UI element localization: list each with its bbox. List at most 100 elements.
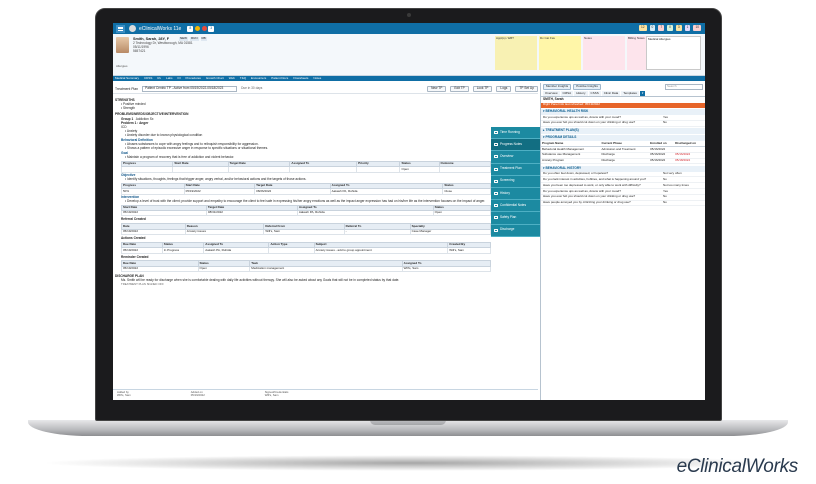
referral-table: Date Reason Referral From Referral To Specia… <box>121 223 492 236</box>
referral-heading: Referral Created <box>121 217 146 222</box>
patient-photo[interactable] <box>116 37 129 53</box>
sticky-notes[interactable]: Notes <box>583 36 625 70</box>
edit-tp-button[interactable]: Edit TP <box>450 86 469 92</box>
tab-procedures[interactable]: Procedures <box>186 76 201 81</box>
treatment-plan-label: Treatment Plan <box>115 86 139 91</box>
table-row[interactable]: Open <box>120 166 492 173</box>
positive-insights-chip[interactable]: Positive Insights <box>573 84 601 90</box>
tab-growth-chart[interactable]: Growth Chart <box>206 76 224 81</box>
tab-tq[interactable]: T&Q <box>240 76 246 81</box>
tab-notes[interactable]: Notes <box>313 76 321 81</box>
right-panel-search[interactable]: Search <box>665 84 703 90</box>
sticky-appts[interactable]: Appt(s) / EBT <box>495 36 537 70</box>
jellybeans: 12 0 7 0 3 1 10 <box>639 25 701 31</box>
tab-templates[interactable]: Templates <box>621 91 639 96</box>
new-tp-button[interactable]: New TP <box>427 86 447 92</box>
side-item-confidential-notes[interactable]: Confidential Notes <box>491 200 540 213</box>
tab-overview[interactable]: Overview <box>543 91 560 96</box>
notification-icon[interactable] <box>201 26 207 31</box>
tab-encounters[interactable]: Encounters <box>251 76 266 81</box>
jellybean-5[interactable]: 3 <box>675 25 682 31</box>
treatment-plan-toolbar: Treatment Plan Patient Centric TP - Acti… <box>113 85 538 94</box>
problems-heading: PROBLEMS/NEEDS/OBJECTIVE/INTERVENTION <box>115 111 189 116</box>
jellybean-6[interactable]: 1 <box>684 25 691 31</box>
sticky-dx[interactable]: Dx Cat Fav <box>539 36 581 70</box>
tab-flowsheets[interactable]: Flowsheets <box>293 76 308 81</box>
tab-cmsa[interactable]: CMSA <box>560 91 574 96</box>
jellybean-2[interactable]: 0 <box>649 25 656 31</box>
due-text: Due in 30 days <box>241 86 263 91</box>
messages-badge[interactable]: 3 <box>208 25 215 32</box>
table-row[interactable]: 05/19/2022 In Progress Aakash PA, Ruhida An… <box>121 247 491 254</box>
patient-lookup-badge[interactable]: 8 <box>187 25 194 32</box>
table-row[interactable]: Anxiety Program Discharge 05/16/2022 05/18… <box>541 158 705 165</box>
patient-hub-header: Smith, Sarah, 28Y, F NEW RUN RB 2 Techno… <box>113 34 705 76</box>
table-row[interactable]: 05/19/2022 Anxiety issues Will's, Sam - Case… <box>121 228 492 236</box>
treatment-plans-heading[interactable]: ▸ TREATMENT PLAN(S) <box>541 128 705 134</box>
tab-di[interactable]: DI <box>178 76 181 81</box>
tab-history[interactable]: History <box>574 91 588 96</box>
lock-tp-button[interactable]: Lock TP <box>472 86 493 92</box>
laptop-shadow <box>40 455 780 471</box>
screening-icon <box>494 179 498 183</box>
patient-tag: RB <box>200 36 207 41</box>
program-table: Program Name Current Phase Enrolled on Dis… <box>541 141 705 165</box>
tab-cdss[interactable]: CDSS <box>144 76 152 81</box>
medical-allergies-box[interactable]: Medical Allergies <box>646 36 701 70</box>
tab-rx[interactable]: Rx <box>157 76 161 81</box>
goal-text: • Maintain a program of recovery that is… <box>125 154 235 159</box>
overview-icon <box>494 155 498 159</box>
user-avatar[interactable] <box>129 25 136 32</box>
lock-icon <box>494 204 498 208</box>
shield-icon <box>494 216 498 220</box>
alert-icon[interactable] <box>195 26 201 31</box>
behavioral-definition-item: • Shows a pattern of episodic excessive … <box>125 145 269 150</box>
jellybean-7[interactable]: 10 <box>693 25 701 31</box>
question-row: Have you ever felt you should cut down o… <box>541 121 705 127</box>
tab-more[interactable]: ▾ <box>639 91 646 96</box>
sign-off-footer: Added by Will's, Sam Added on 05/19/2022 S… <box>113 389 538 400</box>
tab-clinic-data[interactable]: Clinic Data <box>601 91 621 96</box>
side-item-discharge[interactable]: Discharge <box>491 225 540 237</box>
treatment-plan-content: STRENGTHS • Positive minded • Strength P… <box>115 97 500 397</box>
added-by: Added by Will's, Sam <box>117 390 131 398</box>
objective-text: • Identify situations, thoughts, feeling… <box>125 176 307 181</box>
tab-patient-docs[interactable]: Patient Docs <box>271 76 288 81</box>
side-item-treatment-plan[interactable]: Treatment Plan <box>491 164 540 176</box>
signed-off-label: TREATMENT PLAN SIGNED OFF <box>121 281 164 286</box>
jellybean-1[interactable]: 12 <box>639 25 647 31</box>
tab-web[interactable]: Web <box>229 76 235 81</box>
side-item-history[interactable]: History <box>491 188 540 201</box>
table-row[interactable]: 50% 05/19/2022 08/26/2022 Aakash PA, Ruhida… <box>121 188 491 195</box>
tab-labs[interactable]: Labs <box>166 76 173 81</box>
table-row[interactable]: 05/19/2022 Open Medication management Will'… <box>121 265 492 273</box>
logs-button[interactable]: Logs <box>496 86 512 92</box>
allergies-label[interactable]: Allergies <box>116 64 128 69</box>
side-item-overview[interactable]: Overview <box>491 151 540 164</box>
member-insights-chip[interactable]: Member Insights <box>543 84 572 90</box>
jellybean-3[interactable]: 7 <box>658 25 665 31</box>
table-row[interactable]: 05/19/2022 08/31/2022 Aakash PA, Ruhida Ope… <box>121 210 492 217</box>
actions-table: Due Date Status Assigned To Action Type Subj… <box>121 241 491 254</box>
top-bar: eClinicalWorks 11e 8 3 12 0 7 0 3 1 10 <box>113 23 705 34</box>
side-item-progress-notes[interactable]: Progress Notes <box>491 139 540 152</box>
tp-setup-button[interactable]: TP Set Up <box>515 86 538 92</box>
sticky-billing[interactable]: Billing Notes <box>627 36 647 70</box>
side-item-time-running[interactable]: Time Running <box>491 127 540 140</box>
history-icon <box>494 192 498 196</box>
tab-medical-summary[interactable]: Medical Summary <box>115 76 139 81</box>
side-item-safety-plan[interactable]: Safety Plan <box>491 212 540 225</box>
added-on: Added on 05/19/2022 <box>190 390 205 398</box>
jellybean-4[interactable]: 0 <box>667 25 673 31</box>
sticky-title: Notes <box>584 36 592 40</box>
plan-icon <box>494 167 498 171</box>
hamburger-menu-icon[interactable] <box>116 24 125 33</box>
tab-csss[interactable]: CSSS <box>588 91 601 96</box>
camera <box>407 13 411 17</box>
signature: Signed/Credentials Will's, Sam <box>264 390 289 398</box>
reminder-heading: Reminder Created <box>121 254 149 259</box>
side-item-screening[interactable]: Screening <box>491 176 540 188</box>
patient-phone: 5657421 <box>133 49 146 53</box>
treatment-plan-select[interactable]: Patient Centric TP - Active from 05/19/2… <box>142 86 238 92</box>
actions-heading: Actions Created <box>121 236 146 241</box>
